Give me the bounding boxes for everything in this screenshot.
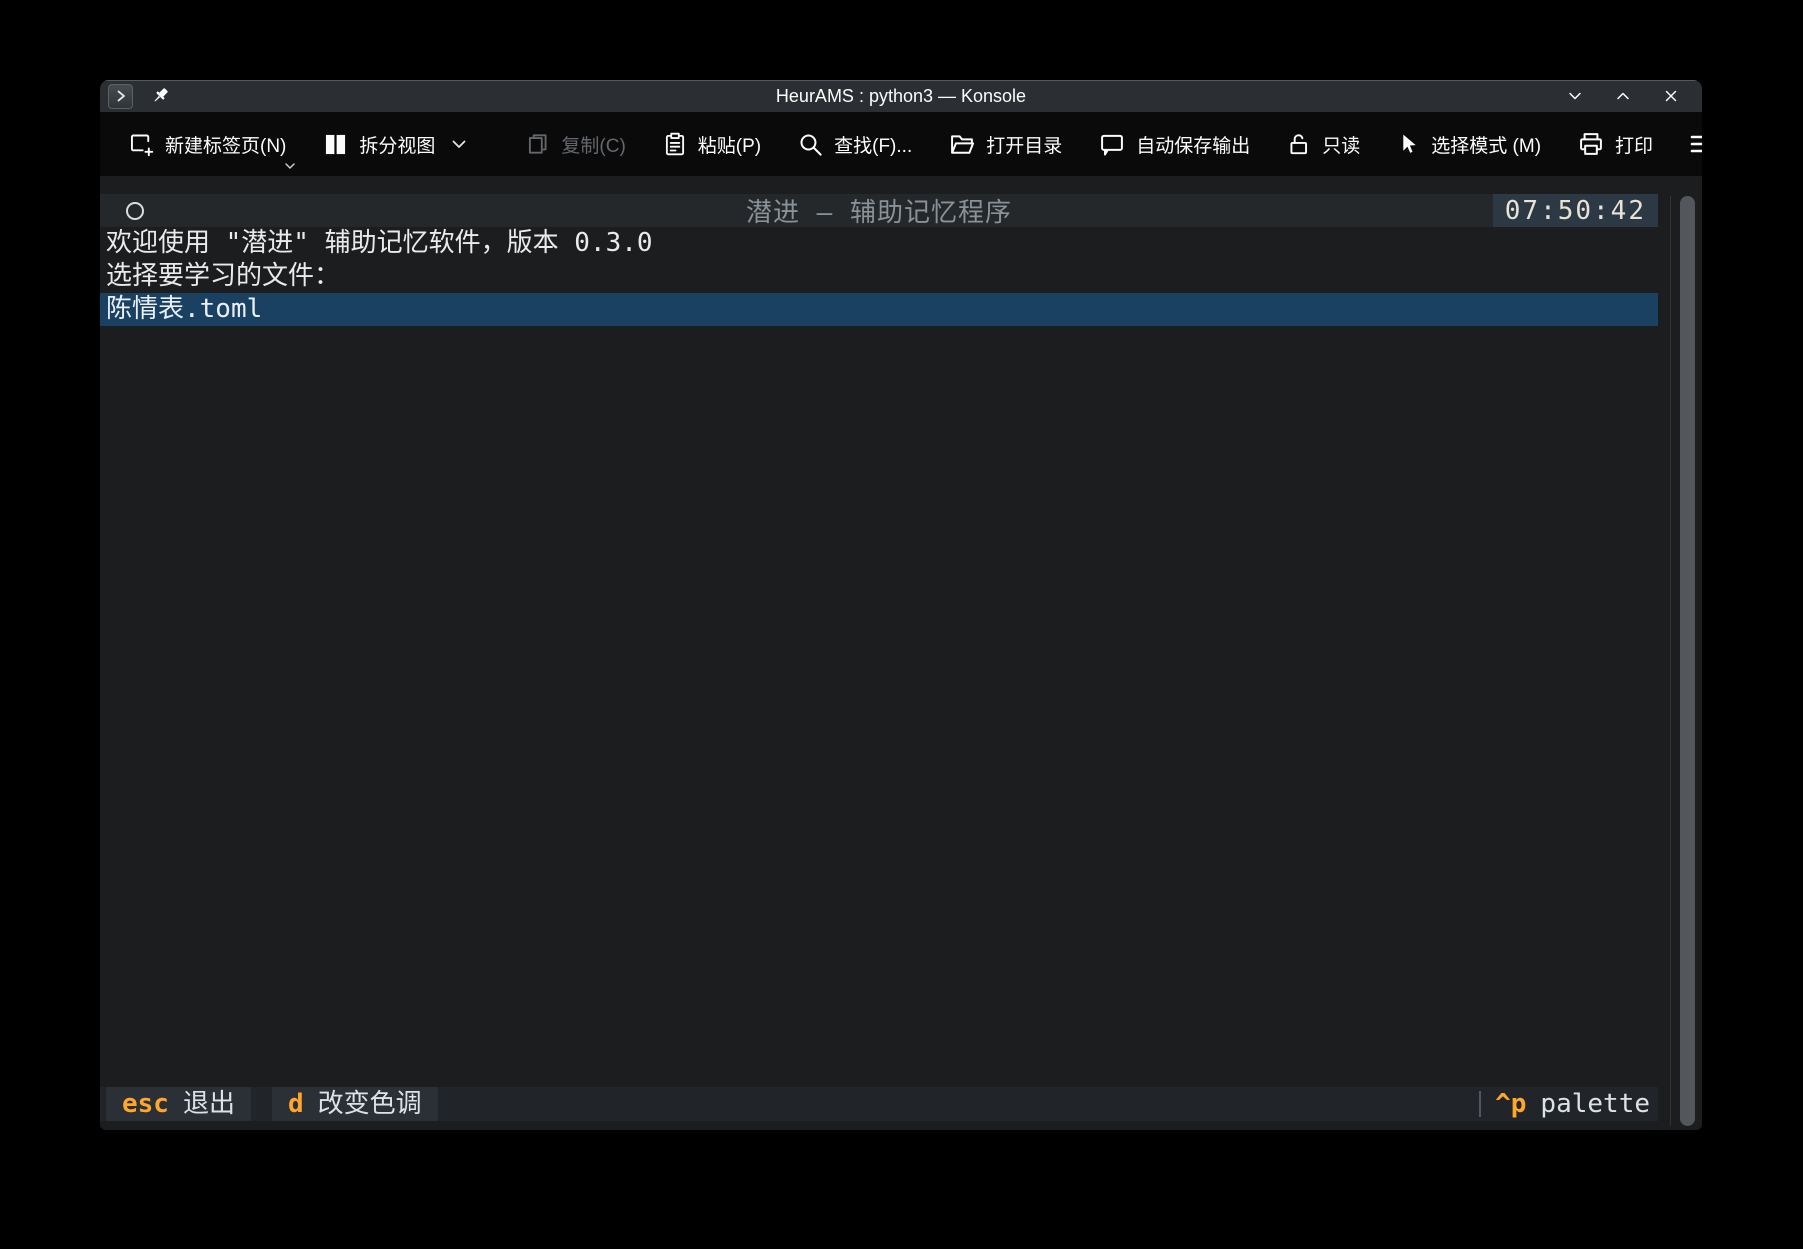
- paste-icon: [662, 131, 688, 157]
- footer-binding-esc[interactable]: esc 退出: [106, 1087, 251, 1121]
- hamburger-icon: [1689, 133, 1702, 155]
- select-cursor-icon: [1396, 132, 1421, 157]
- output-bubble-icon: [1098, 130, 1126, 158]
- split-view-label: 拆分视图: [359, 131, 435, 158]
- tui-app: 潜进 – 辅助记忆程序 07:50:42 欢迎使用 "潜进" 辅助记忆软件，版本…: [100, 176, 1658, 1130]
- toolbar: 新建标签页(N) 拆分视图: [100, 112, 1702, 176]
- scrollbar-thumb[interactable]: [1680, 196, 1695, 1126]
- window-title: HeurAMS : python3 — Konsole: [100, 86, 1702, 107]
- read-only-label: 只读: [1322, 131, 1360, 158]
- split-view-button[interactable]: 拆分视图: [316, 127, 473, 162]
- maximize-button[interactable]: [1614, 87, 1632, 105]
- footer-separator: [1479, 1091, 1481, 1117]
- key-action-label: 改变色调: [318, 1087, 422, 1121]
- print-button[interactable]: 打印: [1571, 126, 1659, 162]
- sidebar-toggle-button[interactable]: [108, 84, 133, 109]
- split-view-icon: [322, 131, 349, 158]
- key-action-label: palette: [1540, 1087, 1650, 1121]
- key-hint: esc: [122, 1087, 169, 1121]
- read-only-button[interactable]: 只读: [1280, 127, 1366, 162]
- print-label: 打印: [1615, 131, 1653, 158]
- minimize-button[interactable]: [1566, 87, 1584, 105]
- footer-palette-binding[interactable]: ^p palette: [1479, 1087, 1658, 1121]
- chevron-down-icon: [284, 162, 296, 170]
- key-hint: d: [288, 1087, 304, 1121]
- select-mode-button[interactable]: 选择模式 (M): [1390, 127, 1547, 162]
- open-directory-button[interactable]: 打开目录: [942, 126, 1068, 162]
- welcome-line: 欢迎使用 "潜进" 辅助记忆软件，版本 0.3.0: [100, 227, 1658, 260]
- new-tab-button[interactable]: 新建标签页(N): [122, 127, 292, 162]
- search-icon: [797, 131, 824, 158]
- footer-binding-d[interactable]: d 改变色调: [272, 1087, 438, 1121]
- copy-icon: [525, 131, 551, 157]
- select-mode-label: 选择模式 (M): [1431, 131, 1541, 158]
- chevron-right-icon: [114, 89, 128, 103]
- chevron-down-icon: [451, 139, 467, 150]
- new-tab-label: 新建标签页(N): [165, 131, 286, 158]
- find-label: 查找(F)...: [834, 131, 912, 158]
- tui-clock: 07:50:42: [1493, 194, 1658, 227]
- folder-icon: [948, 130, 976, 158]
- paste-label: 粘贴(P): [698, 131, 761, 158]
- tui-footer: esc 退出 d 改变色调 ^p palette: [100, 1087, 1658, 1121]
- copy-label: 复制(C): [561, 131, 625, 158]
- konsole-window: HeurAMS : python3 — Konsole 新建标签页(N): [100, 80, 1702, 1130]
- tui-app-title: 潜进 – 辅助记忆程序: [100, 192, 1658, 229]
- terminal-viewport[interactable]: 潜进 – 辅助记忆程序 07:50:42 欢迎使用 "潜进" 辅助记忆软件，版本…: [100, 176, 1702, 1130]
- scrollbar-track-line: [1670, 196, 1671, 1126]
- key-action-label: 退出: [183, 1087, 235, 1121]
- key-hint: ^p: [1495, 1087, 1526, 1121]
- autosave-output-label: 自动保存输出: [1136, 131, 1250, 158]
- lock-open-icon: [1286, 131, 1312, 157]
- file-list-item-selected[interactable]: 陈情表.toml: [100, 293, 1658, 326]
- pin-icon[interactable]: [149, 85, 171, 107]
- close-button[interactable]: [1662, 87, 1680, 105]
- prompt-line: 选择要学习的文件：: [100, 260, 1658, 293]
- printer-icon: [1577, 130, 1605, 158]
- paste-button[interactable]: 粘贴(P): [656, 127, 767, 162]
- scrollbar-track[interactable]: [1658, 176, 1702, 1130]
- hamburger-menu-button[interactable]: [1683, 129, 1702, 159]
- tui-header: 潜进 – 辅助记忆程序 07:50:42: [100, 194, 1658, 227]
- find-button[interactable]: 查找(F)...: [791, 127, 918, 162]
- titlebar: HeurAMS : python3 — Konsole: [100, 80, 1702, 112]
- new-tab-icon: [128, 131, 155, 158]
- autosave-output-button[interactable]: 自动保存输出: [1092, 126, 1256, 162]
- open-directory-label: 打开目录: [986, 131, 1062, 158]
- copy-button: 复制(C): [519, 127, 631, 162]
